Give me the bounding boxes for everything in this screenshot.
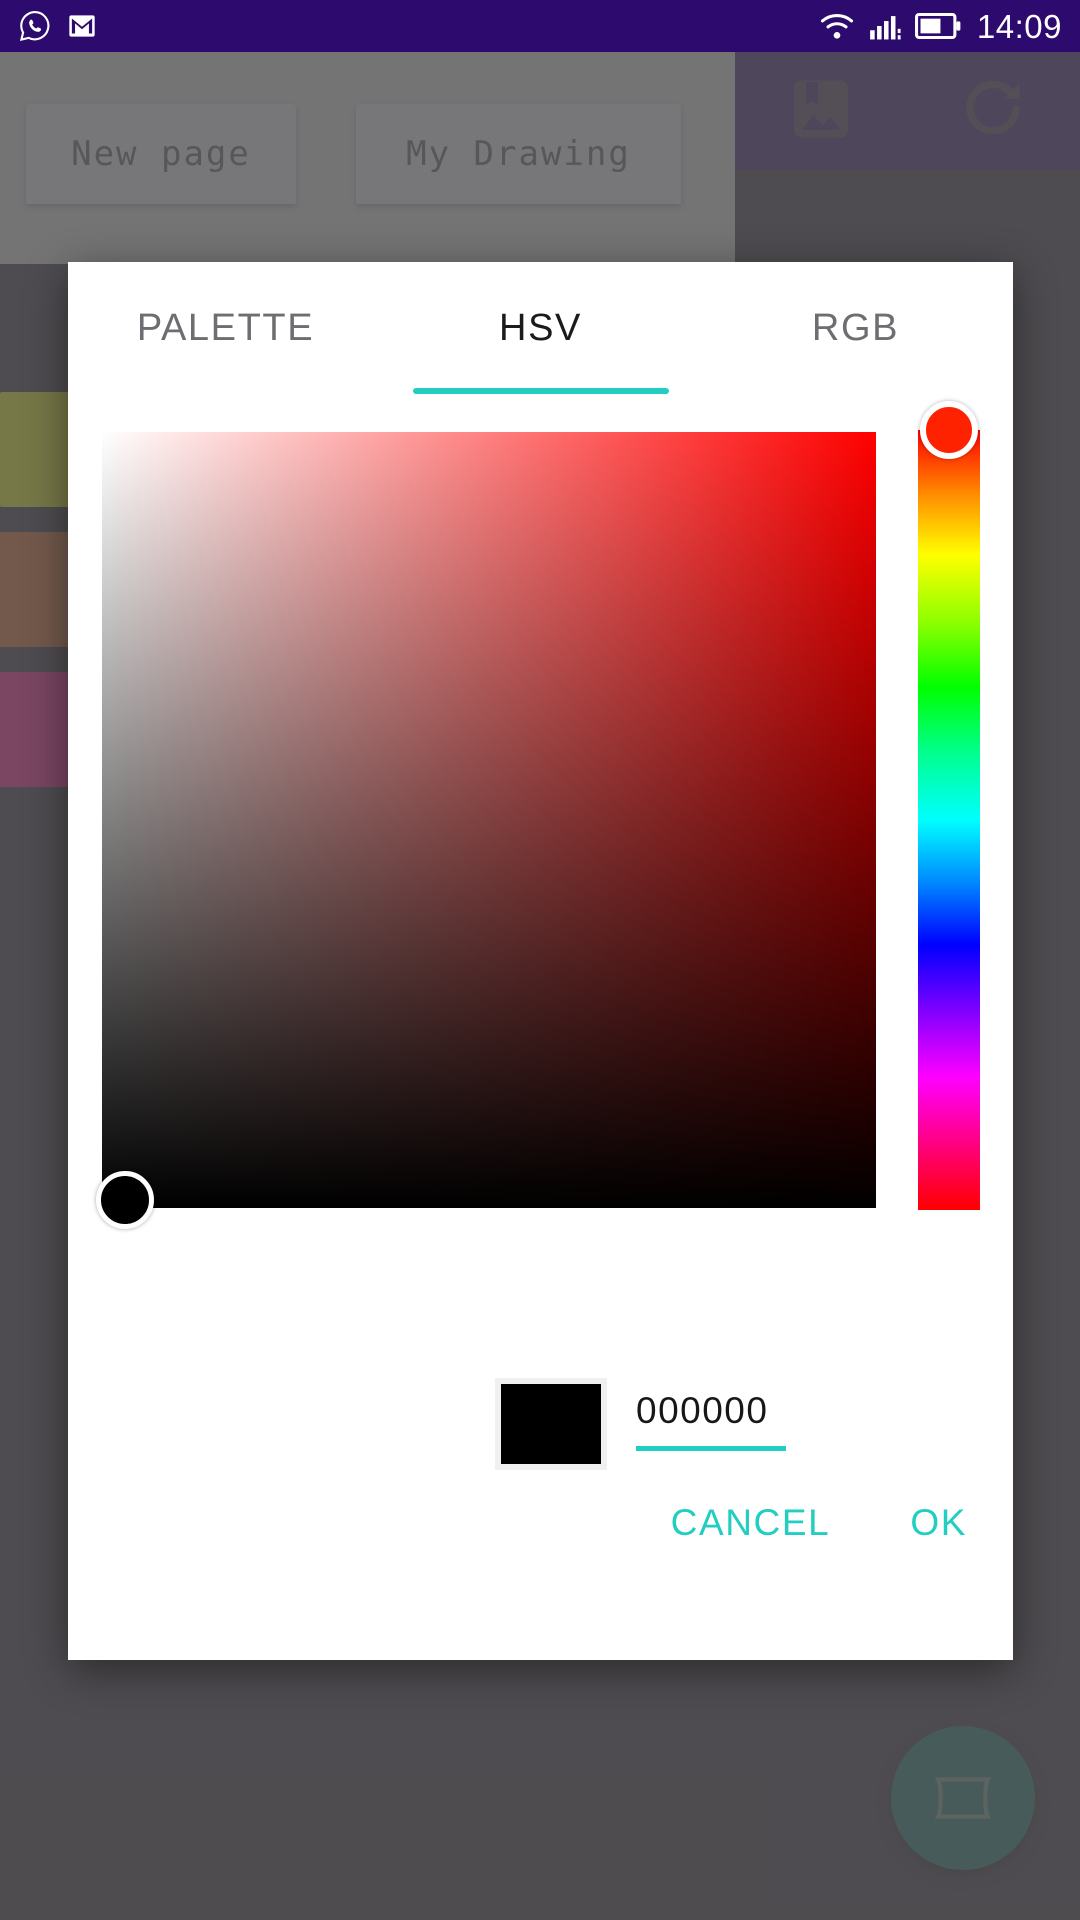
- selected-color-swatch: [495, 1378, 607, 1470]
- tab-rgb-label: RGB: [811, 306, 900, 349]
- wifi-icon: [820, 14, 853, 39]
- hue-gradient[interactable]: [918, 430, 980, 1210]
- gmail-icon: [69, 15, 95, 37]
- signal-icon: [870, 16, 901, 40]
- hue-slider[interactable]: [918, 401, 980, 1210]
- status-bar-clock: 14:09: [976, 7, 1062, 45]
- status-bar: 14:09: [0, 0, 1080, 52]
- active-tab-indicator: [412, 388, 669, 394]
- dialog-tab-bar: PALETTE HSV RGB: [68, 262, 1013, 394]
- sv-thumb[interactable]: [96, 1171, 155, 1230]
- cancel-button[interactable]: CANCEL: [671, 1502, 831, 1544]
- ok-button[interactable]: OK: [910, 1502, 967, 1544]
- hex-input-underline: [636, 1446, 786, 1451]
- whatsapp-icon: [19, 11, 50, 42]
- status-bar-notifications: [18, 9, 98, 43]
- tab-palette[interactable]: PALETTE: [68, 262, 383, 394]
- hex-input-value[interactable]: 000000: [636, 1390, 786, 1446]
- battery-icon: [914, 12, 961, 40]
- hue-thumb[interactable]: [920, 401, 978, 459]
- status-bar-indicators: 14:09: [819, 10, 1062, 43]
- saturation-value-picker[interactable]: [96, 432, 876, 1230]
- color-picker-dialog: PALETTE HSV RGB 000000 CANCEL OK: [68, 262, 1013, 1660]
- tab-hsv-label: HSV: [499, 306, 582, 349]
- color-preview-row: 000000: [68, 1368, 1013, 1488]
- dialog-actions: CANCEL OK: [671, 1502, 967, 1544]
- value-gradient-overlay: [102, 432, 876, 1208]
- hex-input-field[interactable]: 000000: [636, 1390, 786, 1451]
- tab-palette-label: PALETTE: [136, 306, 315, 349]
- tab-hsv[interactable]: HSV: [383, 262, 698, 394]
- tab-rgb[interactable]: RGB: [698, 262, 1013, 394]
- sv-gradient[interactable]: [102, 432, 876, 1208]
